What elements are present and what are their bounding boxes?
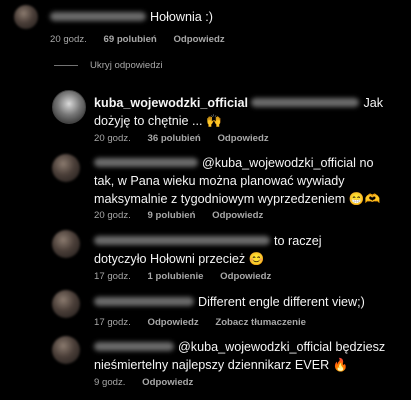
reply-meta: 9 godz. Odpowiedz: [94, 377, 207, 388]
blurred-username[interactable]: [94, 342, 174, 352]
hide-replies-button[interactable]: Ukryj odpowiedzi: [54, 60, 163, 71]
blurred-username[interactable]: [94, 158, 198, 168]
timestamp: 20 godz.: [50, 34, 87, 45]
likes-count[interactable]: 9 polubień: [147, 210, 195, 221]
reply-button[interactable]: Odpowiedz: [217, 133, 268, 144]
avatar[interactable]: [52, 336, 80, 364]
likes-count[interactable]: 69 polubień: [103, 34, 156, 45]
avatar[interactable]: [52, 230, 80, 258]
reply-meta: 20 godz. 9 polubień Odpowiedz: [94, 210, 277, 221]
avatar[interactable]: [52, 90, 86, 124]
reply-text: @kuba_wojewodzki_official no tak, w Pana…: [94, 154, 394, 208]
timestamp: 17 godz.: [94, 271, 131, 282]
avatar[interactable]: [52, 154, 80, 182]
blurred-username[interactable]: [94, 236, 270, 246]
reply-meta: 17 godz. 1 polubienie Odpowiedz: [94, 271, 285, 282]
timestamp: 17 godz.: [94, 317, 131, 328]
reply-button[interactable]: Odpowiedz: [212, 210, 263, 221]
likes-count[interactable]: 1 polubienie: [147, 271, 203, 282]
timestamp: 9 godz.: [94, 377, 126, 388]
reply-username[interactable]: kuba_wojewodzki_official: [94, 96, 248, 110]
blurred-username[interactable]: [50, 12, 146, 22]
avatar[interactable]: [52, 290, 80, 318]
reply-meta: 17 godz. Odpowiedz Zobacz tłumaczenie: [94, 317, 320, 328]
reply-button[interactable]: Odpowiedz: [142, 377, 193, 388]
comment-body: Hołownia :): [150, 10, 213, 24]
reply-text: Different engle different view;): [94, 293, 394, 311]
likes-count[interactable]: 36 polubień: [147, 133, 200, 144]
timestamp: 20 godz.: [94, 210, 131, 221]
avatar[interactable]: [14, 5, 38, 29]
hide-replies-label: Ukryj odpowiedzi: [90, 60, 163, 71]
reply-button[interactable]: Odpowiedz: [173, 34, 224, 45]
blurred-username[interactable]: [94, 297, 194, 307]
reply-meta: 20 godz. 36 polubień Odpowiedz: [94, 133, 283, 144]
reply-text: kuba_wojewodzki_official Jak dożyję to c…: [94, 94, 384, 130]
translate-button[interactable]: Zobacz tłumaczenie: [215, 317, 306, 328]
divider-line: [54, 65, 78, 66]
blurred-mention: [251, 98, 360, 108]
comment-meta: 20 godz. 69 polubień Odpowiedz: [50, 34, 239, 45]
reply-button[interactable]: Odpowiedz: [220, 271, 271, 282]
reply-button[interactable]: Odpowiedz: [147, 317, 198, 328]
reply-text: to raczej dotyczyło Hołowni przecież 😊: [94, 232, 354, 268]
reply-text: @kuba_wojewodzki_official będziesz nieśm…: [94, 338, 394, 374]
timestamp: 20 godz.: [94, 133, 131, 144]
comment-text: Hołownia :): [50, 8, 213, 26]
reply-body: Different engle different view;): [198, 295, 365, 309]
